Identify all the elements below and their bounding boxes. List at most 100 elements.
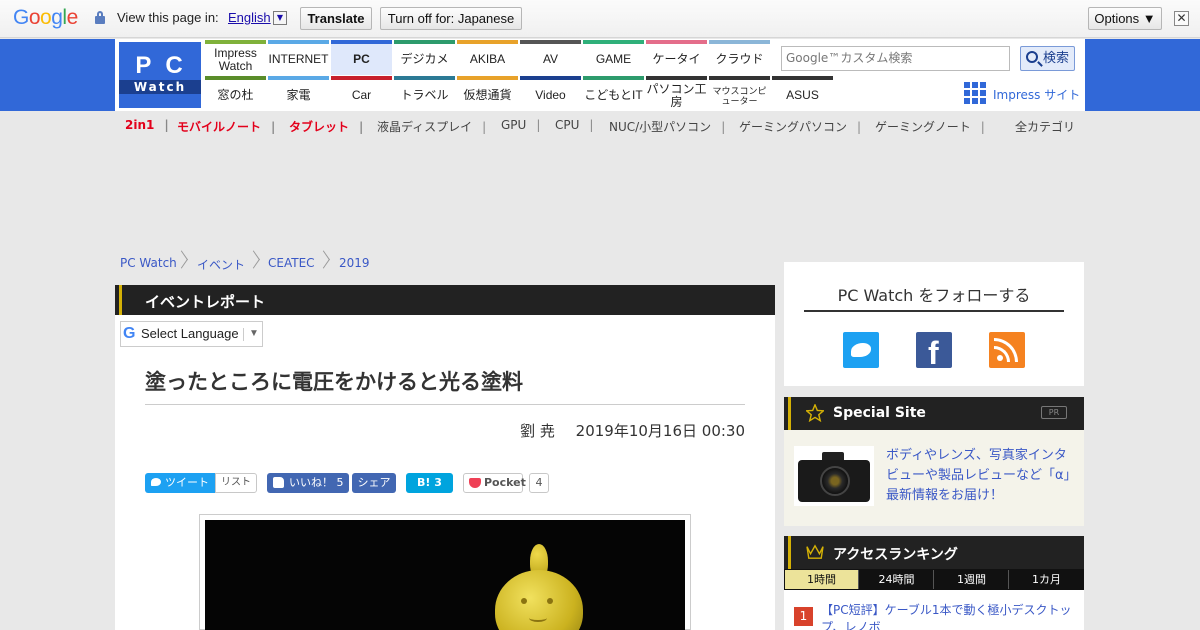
close-icon[interactable]: ✕ xyxy=(1174,11,1189,26)
twitter-icon[interactable] xyxy=(843,332,879,368)
nav-top-item-6[interactable]: GAME xyxy=(583,40,644,75)
category-separator: | xyxy=(359,120,364,134)
category-label: ゲーミングノート xyxy=(875,120,971,134)
lemon-figure xyxy=(495,570,583,630)
follow-divider xyxy=(804,310,1064,312)
article-author: 劉 尭 xyxy=(520,422,555,440)
crown-icon xyxy=(806,544,824,559)
ranking-tabs: 1時間 24時間 1週間 1カ月 xyxy=(784,569,1084,590)
nav-bottom-item-6[interactable]: こどもとIT xyxy=(583,76,644,111)
category-link-7[interactable]: ゲーミングパソコン | xyxy=(739,118,861,135)
ranking-tab-1h[interactable]: 1時間 xyxy=(785,570,859,589)
nav-top-item-2[interactable]: PC xyxy=(331,40,392,75)
category-separator: | xyxy=(271,120,276,134)
nav-bottom-item-1[interactable]: 家電 xyxy=(268,76,329,111)
thumbs-up-icon xyxy=(273,477,284,488)
special-site-title: Special Site xyxy=(833,405,926,421)
select-language-label: Select Language xyxy=(141,326,239,341)
article-photo[interactable] xyxy=(205,520,685,630)
facebook-icon[interactable]: f xyxy=(916,332,952,370)
like-label: いいね！ 5 xyxy=(289,476,344,489)
facebook-share-button[interactable]: シェア xyxy=(352,473,396,493)
special-site-text[interactable]: ボディやレンズ、写真家インタビューや製品レビューなど「α」最新情報をお届け！ xyxy=(886,446,1072,506)
rss-icon[interactable] xyxy=(989,332,1025,368)
category-link-5[interactable]: CPU | xyxy=(555,118,593,132)
nav-bottom-item-5[interactable]: Video xyxy=(520,76,581,111)
special-site-header: Special Site PR xyxy=(784,397,1084,430)
pc-watch-logo[interactable]: PC Watch xyxy=(119,42,201,108)
hatena-bookmark-button[interactable]: B! 3 xyxy=(406,473,453,493)
nav-bottom-item-0[interactable]: 窓の杜 xyxy=(205,76,266,111)
ranking-item-link[interactable]: 【PC短評】ケーブル1本で動く極小デスクトップ、レノボ xyxy=(821,602,1076,630)
nav-top-item-7[interactable]: ケータイ xyxy=(646,40,707,75)
breadcrumb-ceatec[interactable]: CEATEC xyxy=(268,256,315,270)
category-link-3[interactable]: 液晶ディスプレイ | xyxy=(377,118,486,135)
facebook-like-button[interactable]: いいね！ 5 xyxy=(267,473,349,493)
search-button[interactable]: 検索 xyxy=(1020,46,1075,71)
category-link-8[interactable]: ゲーミングノート | xyxy=(875,118,985,135)
nav-top-item-5[interactable]: AV xyxy=(520,40,581,75)
ranking-list: 1 【PC短評】ケーブル1本で動く極小デスクトップ、レノボ xyxy=(784,590,1084,630)
follow-title: PC Watch をフォローする xyxy=(837,286,1031,305)
category-label: 2in1 xyxy=(125,118,155,132)
nav-bottom-item-9[interactable]: ASUS xyxy=(772,76,833,111)
ranking-tab-1w[interactable]: 1週間 xyxy=(935,570,1009,589)
nav-bottom-item-8[interactable]: マウスコンピューター xyxy=(709,76,770,111)
nav-bottom-item-7[interactable]: パソコン工房 xyxy=(646,76,707,111)
pocket-label: Pocket xyxy=(484,476,526,489)
language-link[interactable]: English xyxy=(228,10,271,25)
nav-bottom-item-4[interactable]: 仮想通貨 xyxy=(457,76,518,111)
category-label: CPU xyxy=(555,118,580,132)
all-categories-link[interactable]: 全カテゴリ xyxy=(1015,118,1075,135)
translate-button[interactable]: Translate xyxy=(300,7,372,30)
ranking-number: 1 xyxy=(794,607,813,626)
category-separator: | xyxy=(721,120,726,134)
options-button[interactable]: Options ▼ xyxy=(1088,7,1162,30)
category-label: GPU xyxy=(501,118,527,132)
chevron-right-icon xyxy=(176,250,186,274)
ranking-header: アクセスランキング xyxy=(784,536,1084,569)
nav-top-item-8[interactable]: クラウド xyxy=(709,40,770,75)
twitter-list-button[interactable]: リスト xyxy=(215,473,257,493)
breadcrumb-pcwatch[interactable]: PC Watch xyxy=(120,256,177,270)
select-language-dropdown[interactable]: G Select Language ▼ xyxy=(120,321,263,347)
search-input[interactable]: Google™カスタム検索 xyxy=(781,46,1010,71)
breadcrumb-year[interactable]: 2019 xyxy=(339,256,370,270)
section-title: イベントレポート xyxy=(145,293,266,311)
turn-off-button[interactable]: Turn off for: Japanese xyxy=(380,7,522,30)
nav-bottom-item-2[interactable]: Car xyxy=(331,76,392,111)
category-label: NUC/小型パソコン xyxy=(609,120,712,134)
category-label: タブレット xyxy=(289,120,350,134)
nav-top-item-0[interactable]: Impress Watch xyxy=(205,40,266,75)
nav-top-item-4[interactable]: AKIBA xyxy=(457,40,518,75)
google-logo: Google xyxy=(13,6,78,29)
view-page-in-label: View this page in: xyxy=(117,10,219,25)
nav-top-item-1[interactable]: INTERNET xyxy=(268,40,329,75)
search-button-label: 検索 xyxy=(1043,51,1070,66)
nav-top-item-3[interactable]: デジカメ xyxy=(394,40,455,75)
pocket-icon xyxy=(469,478,481,488)
tweet-button[interactable]: ツイート xyxy=(145,473,215,493)
section-header: イベントレポート xyxy=(115,285,775,315)
ranking-tab-1m[interactable]: 1カ月 xyxy=(1010,570,1083,589)
ranking-tab-24h[interactable]: 24時間 xyxy=(860,570,934,589)
language-dropdown-icon[interactable]: ▼ xyxy=(273,11,287,25)
article-title: 塗ったところに電圧をかけると光る塗料 xyxy=(145,370,523,394)
special-site-item[interactable]: ボディやレンズ、写真家インタビューや製品レビューなど「α」最新情報をお届け！ xyxy=(784,430,1084,526)
category-link-6[interactable]: NUC/小型パソコン | xyxy=(609,118,725,135)
tweet-label: ツイート xyxy=(165,476,209,489)
camera-image xyxy=(794,446,874,506)
nav-bottom-item-3[interactable]: トラベル xyxy=(394,76,455,111)
dropdown-arrow-icon: ▼ xyxy=(243,322,259,346)
logo-pc-text: PC xyxy=(135,52,197,79)
breadcrumb-event[interactable]: イベント xyxy=(197,256,245,273)
impress-site-link[interactable]: Impress サイト xyxy=(964,82,1089,104)
category-link-1[interactable]: モバイルノート | xyxy=(177,118,275,135)
ranking-title: アクセスランキング xyxy=(833,547,958,563)
category-link-2[interactable]: タブレット | xyxy=(289,118,363,135)
category-link-0[interactable]: 2in1 | xyxy=(125,118,169,132)
category-link-4[interactable]: GPU | xyxy=(501,118,540,132)
chevron-right-icon xyxy=(248,250,258,274)
lock-icon xyxy=(95,11,105,24)
pocket-button[interactable]: Pocket xyxy=(463,473,526,493)
